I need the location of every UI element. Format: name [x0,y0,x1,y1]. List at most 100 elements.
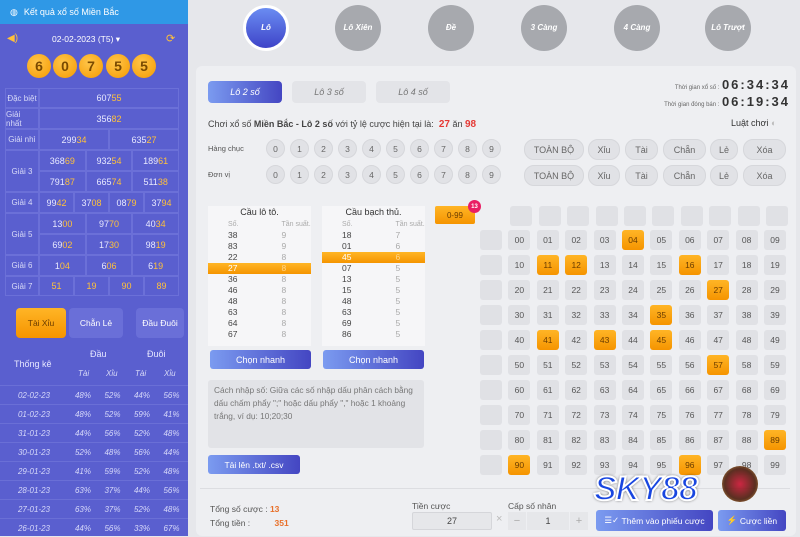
number-cell-42[interactable]: 42 [565,330,588,350]
number-cell-62[interactable]: 62 [565,380,588,400]
number-cell-00[interactable]: 00 [508,230,531,250]
digit-button[interactable]: 8 [458,139,477,158]
cau_lo-row[interactable]: 22 8 [208,252,311,263]
number-cell-70[interactable]: 70 [508,405,531,425]
cau_bach-row[interactable]: 18 7 [322,230,425,241]
number-cell-21[interactable]: 21 [536,280,559,300]
grid-header-cell[interactable] [709,206,732,226]
quick-select-4[interactable]: Lẻ [710,139,738,160]
grid-header-cell[interactable] [766,206,788,226]
number-cell-22[interactable]: 22 [565,280,588,300]
number-cell-45[interactable]: 45 [650,330,673,350]
number-cell-80[interactable]: 80 [508,430,531,450]
cau_lo-row[interactable]: 63 8 [208,307,311,318]
digit-button[interactable]: 6 [410,139,429,158]
digit-button[interactable]: 7 [434,165,453,184]
quick-select-1[interactable]: Xỉu [588,165,620,186]
number-cell-34[interactable]: 34 [622,305,644,325]
number-cell-59[interactable]: 59 [764,355,786,375]
quick-pick-bach-button[interactable]: Chọn nhanh [323,350,424,369]
cau_lo-row[interactable]: 83 9 [208,241,311,252]
digit-button[interactable]: 7 [434,139,453,158]
number-cell-79[interactable]: 79 [764,405,786,425]
number-cell-16[interactable]: 16 [678,255,701,275]
number-cell-72[interactable]: 72 [565,405,588,425]
number-cell-67[interactable]: 67 [707,380,730,400]
number-cell-19[interactable]: 19 [764,255,786,275]
nav-lô-trượt[interactable]: Lô Trượt [705,5,751,51]
upload-button[interactable]: Tải lên .txt/ .csv [208,455,300,474]
number-cell-17[interactable]: 17 [707,255,730,275]
number-cell-13[interactable]: 13 [593,255,616,275]
digit-button[interactable]: 3 [338,139,357,158]
number-cell-60[interactable]: 60 [508,380,531,400]
number-cell-01[interactable]: 01 [536,230,559,250]
number-cell-25[interactable]: 25 [650,280,673,300]
number-cell-08[interactable]: 08 [735,230,758,250]
grid-header-cell[interactable] [595,206,618,226]
tab-chan-le[interactable]: Chẵn Lẻ [69,308,123,338]
grid-row-selector[interactable] [480,380,502,400]
quick-select-0[interactable]: TOÀN BỘ [524,165,584,186]
number-cell-49[interactable]: 49 [764,330,786,350]
nav-đề[interactable]: Đề [428,5,474,51]
number-cell-27[interactable]: 27 [707,280,730,300]
number-cell-81[interactable]: 81 [536,430,559,450]
cau_lo-row[interactable]: 27 8 [208,263,311,274]
number-cell-43[interactable]: 43 [593,330,616,350]
multiplier-plus[interactable]: + [570,512,588,530]
digit-button[interactable]: 6 [410,165,429,184]
number-cell-87[interactable]: 87 [707,430,730,450]
number-cell-66[interactable]: 66 [678,380,701,400]
cau_bach-row[interactable]: 15 5 [322,285,425,296]
number-cell-07[interactable]: 07 [707,230,730,250]
grid-row-selector[interactable] [480,405,502,425]
number-cell-85[interactable]: 85 [650,430,673,450]
number-cell-73[interactable]: 73 [593,405,616,425]
number-cell-57[interactable]: 57 [707,355,730,375]
digit-button[interactable]: 9 [482,139,501,158]
number-cell-55[interactable]: 55 [650,355,673,375]
number-cell-65[interactable]: 65 [650,380,673,400]
quick-select-5[interactable]: Xóa [743,165,786,186]
number-cell-76[interactable]: 76 [678,405,701,425]
digit-button[interactable]: 1 [290,165,309,184]
number-cell-20[interactable]: 20 [508,280,531,300]
grid-row-selector[interactable] [480,280,502,300]
number-cell-28[interactable]: 28 [735,280,758,300]
number-cell-58[interactable]: 58 [735,355,758,375]
number-cell-99[interactable]: 99 [764,455,786,475]
number-cell-50[interactable]: 50 [508,355,531,375]
number-cell-02[interactable]: 02 [565,230,588,250]
number-cell-91[interactable]: 91 [536,455,559,475]
number-cell-68[interactable]: 68 [735,380,758,400]
number-cell-78[interactable]: 78 [735,405,758,425]
digit-button[interactable]: 0 [266,165,285,184]
rules-link[interactable]: Luật chơi ◐ [731,118,776,128]
cau_bach-row[interactable]: 48 5 [322,296,425,307]
digit-button[interactable]: 0 [266,139,285,158]
lo-tab-3[interactable]: Lô 3 số [292,81,366,103]
number-cell-84[interactable]: 84 [622,430,644,450]
number-cell-77[interactable]: 77 [707,405,730,425]
digit-button[interactable]: 2 [314,139,333,158]
number-cell-71[interactable]: 71 [536,405,559,425]
digit-button[interactable]: 5 [386,139,405,158]
number-cell-15[interactable]: 15 [650,255,673,275]
digit-button[interactable]: 4 [362,165,381,184]
number-cell-09[interactable]: 09 [764,230,786,250]
number-cell-29[interactable]: 29 [764,280,786,300]
quick-select-2[interactable]: Tài [625,165,658,186]
grid-row-selector[interactable] [480,455,502,475]
digit-button[interactable]: 3 [338,165,357,184]
quick-select-4[interactable]: Lẻ [710,165,738,186]
number-cell-40[interactable]: 40 [508,330,531,350]
digit-button[interactable]: 2 [314,165,333,184]
cau_bach-row[interactable]: 63 5 [322,307,425,318]
quick-select-1[interactable]: Xỉu [588,139,620,160]
digit-button[interactable]: 4 [362,139,381,158]
number-cell-47[interactable]: 47 [707,330,730,350]
grid-row-selector[interactable] [480,305,502,325]
sound-icon[interactable]: ◀) [7,33,18,44]
number-cell-52[interactable]: 52 [565,355,588,375]
